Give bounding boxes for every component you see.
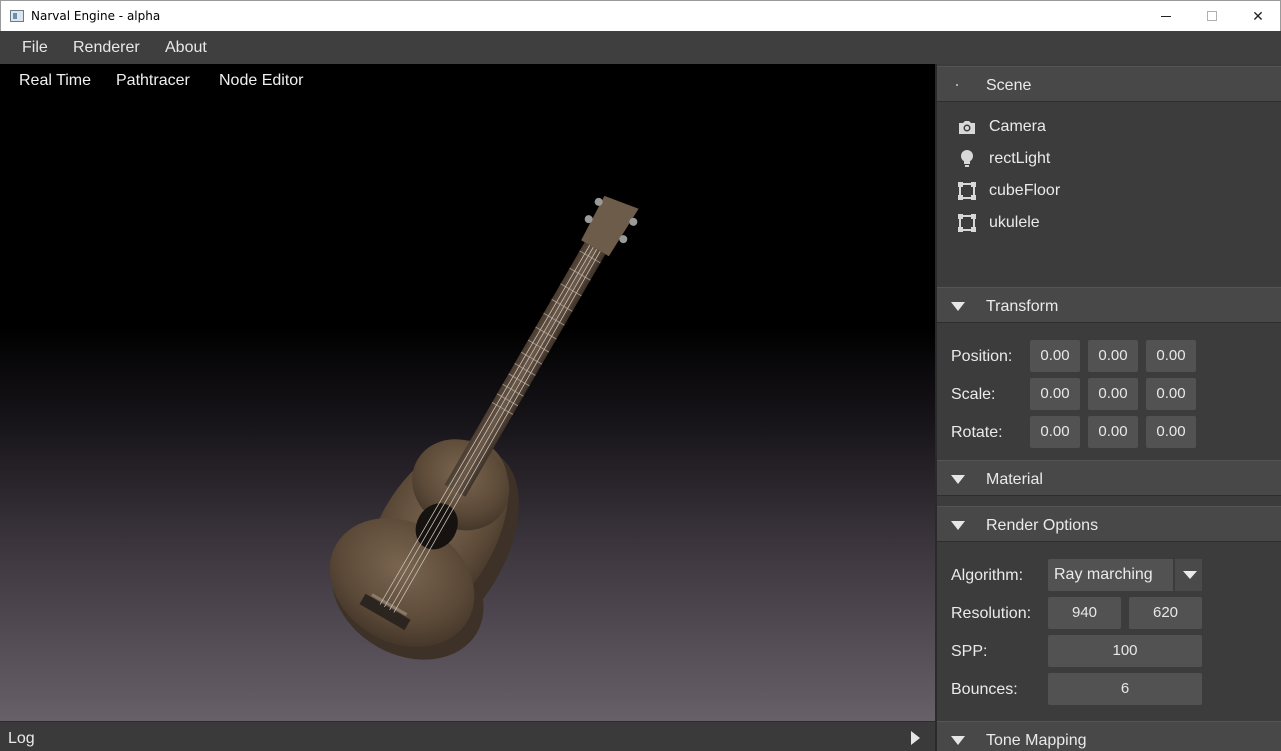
bounces-field[interactable]: 6: [1048, 673, 1202, 705]
menu-file[interactable]: File: [22, 39, 48, 57]
collapse-triangle-icon: [951, 736, 965, 745]
scene-item-name: Camera: [989, 118, 1046, 135]
menu-about[interactable]: About: [165, 39, 207, 57]
close-icon: ✕: [1252, 8, 1264, 24]
resolution-label: Resolution:: [951, 605, 1032, 622]
dropdown-toggle[interactable]: [1173, 559, 1202, 591]
rotate-y-field[interactable]: 0.00: [1088, 416, 1138, 448]
collapse-dot-icon: [956, 84, 958, 86]
menu-bar: File Renderer About: [0, 31, 1281, 64]
window-titlebar[interactable]: Narval Engine - alpha ✕: [0, 0, 1281, 31]
spp-label: SPP:: [951, 643, 988, 660]
mesh-icon: [958, 182, 976, 200]
rotate-label: Rotate:: [951, 424, 1003, 441]
resolution-height-field[interactable]: 620: [1129, 597, 1202, 629]
minimize-button[interactable]: [1143, 1, 1189, 31]
scale-label: Scale:: [951, 386, 996, 403]
tone-mapping-section-header[interactable]: Tone Mapping: [937, 721, 1281, 751]
render-options-header-label: Render Options: [986, 517, 1099, 534]
lightbulb-icon: [961, 150, 973, 167]
scale-y-field[interactable]: 0.00: [1088, 378, 1138, 410]
spp-field[interactable]: 100: [1048, 635, 1202, 667]
rotate-x-field[interactable]: 0.00: [1030, 416, 1080, 448]
chevron-down-icon: [1183, 571, 1197, 579]
collapse-triangle-icon: [951, 302, 965, 311]
collapse-triangle-icon: [951, 475, 965, 484]
expand-log-icon[interactable]: [911, 731, 920, 745]
transform-section-header[interactable]: Transform: [937, 287, 1281, 323]
rotate-z-field[interactable]: 0.00: [1146, 416, 1196, 448]
position-y-field[interactable]: 0.00: [1088, 340, 1138, 372]
position-z-field[interactable]: 0.00: [1146, 340, 1196, 372]
bounces-label: Bounces:: [951, 681, 1018, 698]
scene-item-rectlight[interactable]: rectLight: [957, 145, 1257, 173]
algorithm-value: Ray marching: [1054, 566, 1153, 583]
scale-z-field[interactable]: 0.00: [1146, 378, 1196, 410]
maximize-icon: [1207, 11, 1217, 21]
algorithm-label: Algorithm:: [951, 567, 1024, 584]
scene-header-label: Scene: [986, 77, 1032, 94]
scene-section-header[interactable]: Scene: [937, 66, 1281, 102]
close-button[interactable]: ✕: [1235, 1, 1281, 31]
log-label: Log: [8, 730, 35, 747]
scene-item-camera[interactable]: Camera: [957, 113, 1257, 141]
scene-item-cubefloor[interactable]: cubeFloor: [957, 177, 1257, 205]
menu-renderer[interactable]: Renderer: [73, 39, 140, 57]
render-viewport[interactable]: Real Time Pathtracer Node Editor: [0, 64, 935, 721]
material-header-label: Material: [986, 471, 1043, 488]
position-x-field[interactable]: 0.00: [1030, 340, 1080, 372]
scene-item-name: ukulele: [989, 214, 1040, 231]
properties-panel: Scene Camera rectLight cubeFloor ukulele…: [935, 64, 1281, 751]
maximize-button[interactable]: [1189, 1, 1235, 31]
scene-item-ukulele[interactable]: ukulele: [957, 209, 1257, 237]
resolution-width-field[interactable]: 940: [1048, 597, 1121, 629]
window-title: Narval Engine - alpha: [31, 9, 161, 23]
position-label: Position:: [951, 348, 1013, 365]
tone-mapping-header-label: Tone Mapping: [986, 732, 1087, 749]
minimize-icon: [1161, 16, 1171, 17]
scene-item-name: cubeFloor: [989, 182, 1061, 199]
material-section-header[interactable]: Material: [937, 460, 1281, 496]
ukulele-render: [329, 195, 639, 660]
algorithm-dropdown[interactable]: Ray marching: [1048, 559, 1202, 591]
collapse-triangle-icon: [951, 521, 965, 530]
transform-header-label: Transform: [986, 298, 1059, 315]
scale-x-field[interactable]: 0.00: [1030, 378, 1080, 410]
render-options-section-header[interactable]: Render Options: [937, 506, 1281, 542]
scene-item-name: rectLight: [989, 150, 1051, 167]
camera-icon: [959, 121, 975, 134]
mesh-icon: [958, 214, 976, 232]
app-icon: [10, 10, 24, 22]
log-bar[interactable]: Log: [0, 721, 935, 751]
